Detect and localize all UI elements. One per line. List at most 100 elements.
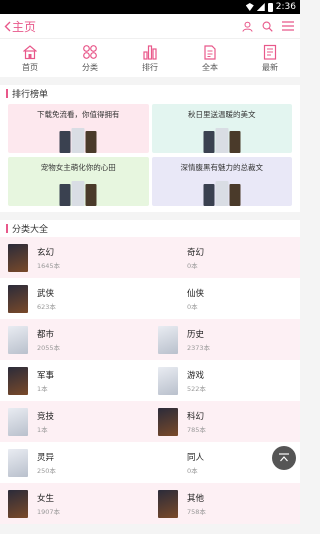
book-cover	[71, 128, 85, 153]
category-cover	[8, 489, 28, 518]
nav-category-label: 分类	[82, 62, 98, 72]
wifi-icon	[245, 3, 254, 11]
category-item[interactable]: 其他 758本	[150, 483, 300, 524]
rank-card[interactable]: 宠物女主萌化你的心田	[8, 157, 149, 206]
status-time: 2:36	[275, 2, 296, 12]
category-row: 玄幻 1645本 奇幻 0本	[0, 237, 300, 278]
book-cover	[229, 184, 241, 206]
category-count: 1907本	[37, 507, 61, 516]
back-button[interactable]: 主页	[4, 18, 36, 35]
rank-covers	[203, 181, 241, 206]
menu-icon[interactable]	[282, 21, 294, 31]
book-cover	[215, 181, 229, 206]
rank-card[interactable]: 下载免流看，你值得拥有	[8, 104, 149, 153]
category-item[interactable]: 科幻 785本	[150, 401, 300, 442]
category-item[interactable]: 仙侠 0本	[150, 278, 300, 319]
nav-latest[interactable]: 最新	[240, 44, 300, 73]
ranking-title: 排行榜单	[0, 85, 300, 102]
latest-icon	[263, 44, 277, 60]
search-icon[interactable]	[262, 21, 273, 32]
rank-icon	[143, 44, 157, 60]
status-bar: 2:36	[0, 0, 300, 14]
category-count: 758本	[187, 507, 206, 516]
category-count: 522本	[187, 384, 206, 393]
category-count: 2373本	[187, 343, 211, 352]
category-name: 科幻	[187, 411, 205, 422]
category-count: 623本	[37, 302, 56, 311]
category-row: 女生 1907本 其他 758本	[0, 483, 300, 524]
category-name: 女生	[37, 493, 55, 504]
category-row: 竞技 1本 科幻 785本	[0, 401, 300, 442]
category-count: 0本	[187, 302, 198, 311]
category-name: 都市	[37, 329, 55, 340]
category-list: 玄幻 1645本 奇幻 0本 武侠 623本 仙侠 0本 都市 2055本 历史 2373本 军事 1本游…	[0, 237, 300, 524]
category-count: 1本	[37, 425, 48, 434]
book-cover	[59, 184, 71, 206]
book-cover	[85, 131, 97, 153]
nav-latest-label: 最新	[262, 62, 278, 72]
signal-icon	[256, 3, 265, 11]
category-name: 灵异	[37, 452, 55, 463]
category-item[interactable]: 军事 1本	[0, 360, 150, 401]
category-item[interactable]: 武侠 623本	[0, 278, 150, 319]
category-item[interactable]: 玄幻 1645本	[0, 237, 150, 278]
nav-rank-label: 排行	[142, 62, 158, 72]
category-cover	[158, 489, 178, 518]
books-icon	[204, 44, 216, 60]
category-item[interactable]: 游戏 522本	[150, 360, 300, 401]
ranking-section: 排行榜单 下载免流看，你值得拥有 秋日里送温暖的美文宠物女主萌化你的心田 深情腹黑有…	[0, 85, 300, 212]
category-item[interactable]: 历史 2373本	[150, 319, 300, 360]
home-icon	[23, 44, 37, 59]
rank-covers	[59, 181, 97, 206]
main-nav: 首页 分类 排行 全本 最新	[0, 39, 300, 77]
category-title-text: 分类大全	[12, 225, 49, 235]
nav-full[interactable]: 全本	[180, 44, 240, 73]
rank-card-title: 下载免流看，你值得拥有	[37, 110, 120, 119]
ranking-title-text: 排行榜单	[12, 90, 49, 100]
category-section: 分类大全 玄幻 1645本 奇幻 0本 武侠 623本 仙侠 0本 都市 2055本 历史 2373本…	[0, 220, 300, 524]
top-header: 主页	[0, 14, 300, 39]
nav-home[interactable]: 首页	[0, 44, 60, 73]
nav-home-label: 首页	[22, 62, 38, 72]
user-icon[interactable]	[242, 21, 253, 32]
category-item[interactable]: 女生 1907本	[0, 483, 150, 524]
category-icon	[83, 44, 97, 59]
category-item[interactable]: 竞技 1本	[0, 401, 150, 442]
title-bar	[6, 224, 8, 233]
category-count: 1本	[37, 384, 48, 393]
category-count: 785本	[187, 425, 206, 434]
book-cover	[203, 131, 215, 153]
category-row: 都市 2055本 历史 2373本	[0, 319, 300, 360]
category-cover	[8, 284, 28, 313]
category-count: 0本	[187, 261, 198, 270]
category-item[interactable]: 灵异 250本	[0, 442, 150, 483]
category-name: 武侠	[37, 288, 55, 299]
rank-card[interactable]: 秋日里送温暖的美文	[151, 104, 292, 153]
category-count: 250本	[37, 466, 56, 475]
category-cover	[8, 366, 28, 395]
category-name: 游戏	[187, 370, 205, 381]
chevron-left-icon	[4, 21, 11, 31]
category-cover	[8, 407, 28, 436]
battery-icon	[267, 2, 273, 12]
rank-card-title: 宠物女主萌化你的心田	[40, 163, 116, 172]
back-to-top-button[interactable]	[272, 446, 296, 470]
category-cover	[8, 448, 28, 477]
rank-card[interactable]: 深情腹黑有魅力的总裁文	[151, 157, 292, 206]
category-row: 武侠 623本 仙侠 0本	[0, 278, 300, 319]
book-cover	[203, 184, 215, 206]
category-row: 灵异 250本 同人 0本	[0, 442, 300, 483]
category-item[interactable]: 奇幻 0本	[150, 237, 300, 278]
category-cover	[158, 325, 178, 354]
rank-covers	[203, 128, 241, 153]
category-name: 同人	[187, 452, 205, 463]
rank-card-title: 秋日里送温暖的美文	[188, 110, 256, 119]
category-cover	[8, 325, 28, 354]
nav-category[interactable]: 分类	[60, 44, 120, 73]
category-title: 分类大全	[0, 220, 300, 237]
nav-rank[interactable]: 排行	[120, 44, 180, 73]
category-count: 0本	[187, 466, 198, 475]
category-name: 仙侠	[187, 288, 205, 299]
category-item[interactable]: 都市 2055本	[0, 319, 150, 360]
category-count: 1645本	[37, 261, 61, 270]
